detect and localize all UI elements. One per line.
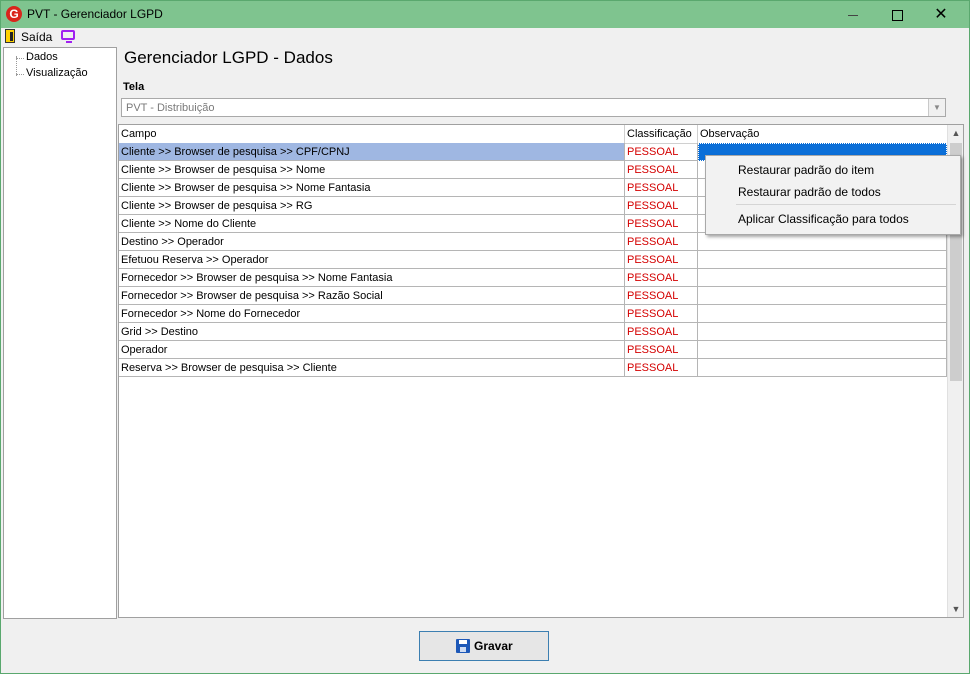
cell-classificacao[interactable]: PESSOAL [625,161,698,179]
cell-observacao[interactable] [698,233,947,251]
minimize-button[interactable] [831,1,875,28]
cell-campo[interactable]: Cliente >> Browser de pesquisa >> RG [119,197,625,215]
maximize-button[interactable] [875,1,919,28]
app-logo-icon: G [6,6,22,22]
cell-classificacao[interactable]: PESSOAL [625,323,698,341]
tela-label: Tela [123,81,145,93]
tela-select[interactable]: PVT - Distribuição ▼ [121,98,946,117]
cell-classificacao[interactable]: PESSOAL [625,305,698,323]
tree-item-dados[interactable]: Dados [16,51,58,65]
close-icon: ✕ [934,6,948,23]
page-title: Gerenciador LGPD - Dados [124,48,333,67]
menu-item-restore-all[interactable]: Restaurar padrão de todos [738,185,881,199]
cell-campo[interactable]: Fornecedor >> Browser de pesquisa >> Nom… [119,269,625,287]
tela-select-value: PVT - Distribuição [126,102,215,114]
chevron-down-icon[interactable]: ▼ [928,99,945,116]
context-menu: Restaurar padrão do item Restaurar padrã… [705,155,961,235]
menu-item-apply-classification[interactable]: Aplicar Classificação para todos [738,212,909,226]
app-window: G PVT - Gerenciador LGPD ✕ Saída Dados V… [0,0,970,674]
table-row[interactable]: Reserva >> Browser de pesquisa >> Client… [119,359,947,377]
menu-separator [736,204,956,205]
table-row[interactable]: Operador PESSOAL [119,341,947,359]
table-row[interactable]: Efetuou Reserva >> Operador PESSOAL [119,251,947,269]
cell-campo[interactable]: Fornecedor >> Nome do Fornecedor [119,305,625,323]
cell-campo[interactable]: Cliente >> Browser de pesquisa >> CPF/CP… [119,143,625,161]
grid-header: Campo Classificação Observação [119,125,947,144]
cell-classificacao[interactable]: PESSOAL [625,251,698,269]
monitor-icon[interactable] [61,30,75,43]
column-header-classificacao[interactable]: Classificação [625,125,698,143]
table-row[interactable]: Destino >> Operador PESSOAL [119,233,947,251]
cell-observacao[interactable] [698,251,947,269]
cell-classificacao[interactable]: PESSOAL [625,359,698,377]
cell-observacao[interactable] [698,359,947,377]
close-button[interactable]: ✕ [919,1,963,28]
cell-observacao[interactable] [698,323,947,341]
menu-item-restore-item[interactable]: Restaurar padrão do item [738,163,874,177]
save-button[interactable]: Gravar [419,631,549,661]
cell-classificacao[interactable]: PESSOAL [625,143,698,161]
cell-classificacao[interactable]: PESSOAL [625,197,698,215]
column-header-campo[interactable]: Campo [119,125,625,143]
cell-observacao[interactable] [698,269,947,287]
cell-observacao[interactable] [698,305,947,323]
cell-campo[interactable]: Operador [119,341,625,359]
cell-classificacao[interactable]: PESSOAL [625,179,698,197]
navigation-tree: Dados Visualização [3,47,117,619]
toolbar: Saída [1,28,969,46]
title-bar: G PVT - Gerenciador LGPD ✕ [1,1,969,28]
save-button-label: Gravar [474,639,513,653]
table-row[interactable]: Grid >> Destino PESSOAL [119,323,947,341]
cell-campo[interactable]: Fornecedor >> Browser de pesquisa >> Raz… [119,287,625,305]
scroll-down-icon[interactable]: ▼ [948,601,963,617]
scroll-up-icon[interactable]: ▲ [948,125,963,141]
column-header-observacao[interactable]: Observação [698,125,947,143]
cell-campo[interactable]: Destino >> Operador [119,233,625,251]
cell-classificacao[interactable]: PESSOAL [625,269,698,287]
cell-campo[interactable]: Cliente >> Nome do Cliente [119,215,625,233]
cell-classificacao[interactable]: PESSOAL [625,215,698,233]
cell-campo[interactable]: Reserva >> Browser de pesquisa >> Client… [119,359,625,377]
cell-classificacao[interactable]: PESSOAL [625,233,698,251]
minimize-icon [848,14,858,16]
cell-campo[interactable]: Grid >> Destino [119,323,625,341]
cell-observacao[interactable] [698,287,947,305]
cell-classificacao[interactable]: PESSOAL [625,287,698,305]
exit-button[interactable]: Saída [21,30,52,44]
exit-door-icon[interactable] [5,29,15,43]
maximize-icon [891,9,903,21]
table-row[interactable]: Fornecedor >> Nome do Fornecedor PESSOAL [119,305,947,323]
cell-campo[interactable]: Cliente >> Browser de pesquisa >> Nome F… [119,179,625,197]
table-row[interactable]: Fornecedor >> Browser de pesquisa >> Raz… [119,287,947,305]
cell-campo[interactable]: Efetuou Reserva >> Operador [119,251,625,269]
floppy-disk-icon [456,639,470,653]
tree-item-visualizacao[interactable]: Visualização [16,67,88,81]
table-row[interactable]: Fornecedor >> Browser de pesquisa >> Nom… [119,269,947,287]
cell-campo[interactable]: Cliente >> Browser de pesquisa >> Nome [119,161,625,179]
window-title: PVT - Gerenciador LGPD [27,7,163,21]
cell-observacao[interactable] [698,341,947,359]
cell-classificacao[interactable]: PESSOAL [625,341,698,359]
